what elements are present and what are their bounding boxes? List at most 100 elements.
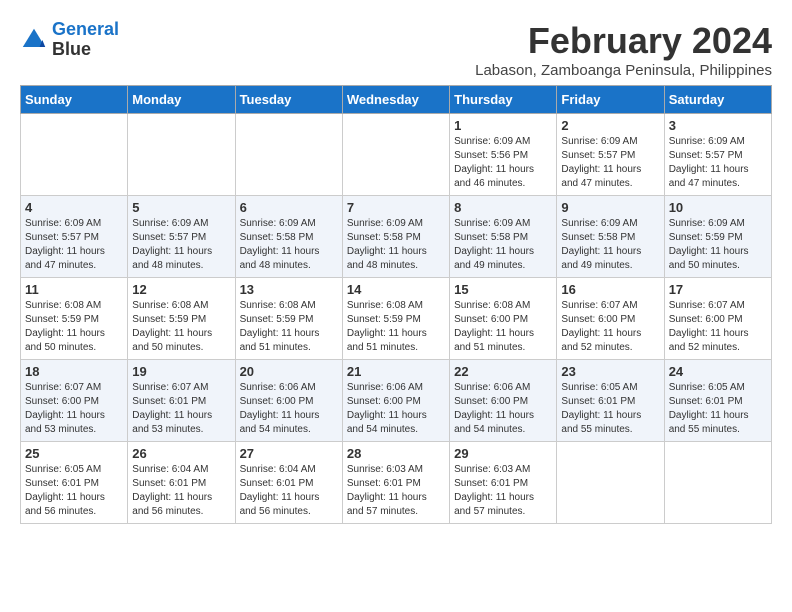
weekday-header-monday: Monday bbox=[128, 86, 235, 114]
calendar-cell: 19Sunrise: 6:07 AMSunset: 6:01 PMDayligh… bbox=[128, 360, 235, 442]
logo-line2: Blue bbox=[52, 40, 119, 60]
calendar-cell: 22Sunrise: 6:06 AMSunset: 6:00 PMDayligh… bbox=[450, 360, 557, 442]
calendar-cell: 4 Sunrise: 6:09 AMSunset: 5:57 PMDaylight… bbox=[21, 196, 128, 278]
calendar-cell: 3 Sunrise: 6:09 AMSunset: 5:57 PMDaylight… bbox=[664, 114, 771, 196]
calendar-cell: 23 Sunrise: 6:05 AMSunset: 6:01 PMDayligh… bbox=[557, 360, 664, 442]
day-number: 13 bbox=[240, 282, 338, 297]
calendar-week-1: 1 Sunrise: 6:09 AMSunset: 5:56 PMDaylight… bbox=[21, 114, 772, 196]
day-info: Sunrise: 6:09 AMSunset: 5:57 PMDaylight:… bbox=[132, 217, 230, 273]
day-info: Sunrise: 6:07 AMSunset: 6:00 PMDaylight:… bbox=[25, 381, 123, 437]
calendar-cell bbox=[664, 442, 771, 524]
day-number: 28 bbox=[347, 446, 445, 461]
day-number: 16 bbox=[561, 282, 659, 297]
weekday-header-friday: Friday bbox=[557, 86, 664, 114]
day-number: 21 bbox=[347, 364, 445, 379]
calendar-cell: 15Sunrise: 6:08 AMSunset: 6:00 PMDayligh… bbox=[450, 278, 557, 360]
calendar-cell: 14 Sunrise: 6:08 AMSunset: 5:59 PMDayligh… bbox=[342, 278, 449, 360]
day-number: 11 bbox=[25, 282, 123, 297]
day-number: 27 bbox=[240, 446, 338, 461]
day-number: 10 bbox=[669, 200, 767, 215]
day-info: Sunrise: 6:09 AMSunset: 5:58 PMDaylight:… bbox=[454, 217, 552, 273]
logo: General Blue bbox=[20, 20, 119, 60]
calendar-cell bbox=[342, 114, 449, 196]
day-number: 18 bbox=[25, 364, 123, 379]
logo-line1: General bbox=[52, 19, 119, 39]
day-info: Sunrise: 6:09 AMSunset: 5:57 PMDaylight:… bbox=[561, 135, 659, 191]
day-info: Sunrise: 6:04 AMSunset: 6:01 PMDaylight:… bbox=[132, 463, 230, 519]
day-number: 29 bbox=[454, 446, 552, 461]
day-number: 15 bbox=[454, 282, 552, 297]
day-info: Sunrise: 6:03 AMSunset: 6:01 PMDaylight:… bbox=[347, 463, 445, 519]
calendar-cell: 11 Sunrise: 6:08 AMSunset: 5:59 PMDayligh… bbox=[21, 278, 128, 360]
day-info: Sunrise: 6:06 AMSunset: 6:00 PMDaylight:… bbox=[454, 381, 552, 437]
title-block: February 2024 Labason, Zamboanga Peninsu… bbox=[475, 20, 772, 79]
day-info: Sunrise: 6:08 AMSunset: 5:59 PMDaylight:… bbox=[25, 299, 123, 355]
weekday-header-wednesday: Wednesday bbox=[342, 86, 449, 114]
day-info: Sunrise: 6:03 AMSunset: 6:01 PMDaylight:… bbox=[454, 463, 552, 519]
weekday-header-sunday: Sunday bbox=[21, 86, 128, 114]
day-info: Sunrise: 6:04 AMSunset: 6:01 PMDaylight:… bbox=[240, 463, 338, 519]
calendar-cell: 28 Sunrise: 6:03 AMSunset: 6:01 PMDayligh… bbox=[342, 442, 449, 524]
calendar-cell: 26 Sunrise: 6:04 AMSunset: 6:01 PMDayligh… bbox=[128, 442, 235, 524]
logo-icon bbox=[20, 26, 48, 54]
calendar-cell: 27 Sunrise: 6:04 AMSunset: 6:01 PMDayligh… bbox=[235, 442, 342, 524]
calendar-cell: 13 Sunrise: 6:08 AMSunset: 5:59 PMDayligh… bbox=[235, 278, 342, 360]
day-info: Sunrise: 6:09 AMSunset: 5:59 PMDaylight:… bbox=[669, 217, 767, 273]
day-info: Sunrise: 6:07 AMSunset: 6:00 PMDaylight:… bbox=[669, 299, 767, 355]
weekday-header-row: SundayMondayTuesdayWednesdayThursdayFrid… bbox=[21, 86, 772, 114]
page-header: General Blue February 2024 Labason, Zamb… bbox=[20, 20, 772, 79]
day-number: 17 bbox=[669, 282, 767, 297]
day-info: Sunrise: 6:06 AMSunset: 6:00 PMDaylight:… bbox=[347, 381, 445, 437]
day-info: Sunrise: 6:09 AMSunset: 5:58 PMDaylight:… bbox=[240, 217, 338, 273]
calendar-cell: 12 Sunrise: 6:08 AMSunset: 5:59 PMDayligh… bbox=[128, 278, 235, 360]
calendar-cell: 20 Sunrise: 6:06 AMSunset: 6:00 PMDayligh… bbox=[235, 360, 342, 442]
day-number: 9 bbox=[561, 200, 659, 215]
calendar-cell: 1 Sunrise: 6:09 AMSunset: 5:56 PMDaylight… bbox=[450, 114, 557, 196]
month-title: February 2024 bbox=[475, 20, 772, 62]
calendar-cell: 21 Sunrise: 6:06 AMSunset: 6:00 PMDayligh… bbox=[342, 360, 449, 442]
calendar-cell: 25 Sunrise: 6:05 AMSunset: 6:01 PMDayligh… bbox=[21, 442, 128, 524]
calendar-table: SundayMondayTuesdayWednesdayThursdayFrid… bbox=[20, 85, 772, 524]
day-info: Sunrise: 6:08 AMSunset: 5:59 PMDaylight:… bbox=[240, 299, 338, 355]
weekday-header-thursday: Thursday bbox=[450, 86, 557, 114]
day-number: 24 bbox=[669, 364, 767, 379]
day-number: 1 bbox=[454, 118, 552, 133]
calendar-cell bbox=[128, 114, 235, 196]
day-number: 14 bbox=[347, 282, 445, 297]
day-info: Sunrise: 6:09 AMSunset: 5:57 PMDaylight:… bbox=[669, 135, 767, 191]
day-info: Sunrise: 6:05 AMSunset: 6:01 PMDaylight:… bbox=[25, 463, 123, 519]
calendar-cell: 9Sunrise: 6:09 AMSunset: 5:58 PMDaylight… bbox=[557, 196, 664, 278]
day-info: Sunrise: 6:08 AMSunset: 5:59 PMDaylight:… bbox=[132, 299, 230, 355]
day-info: Sunrise: 6:07 AMSunset: 6:01 PMDaylight:… bbox=[132, 381, 230, 437]
weekday-header-saturday: Saturday bbox=[664, 86, 771, 114]
day-info: Sunrise: 6:09 AMSunset: 5:57 PMDaylight:… bbox=[25, 217, 123, 273]
day-info: Sunrise: 6:09 AMSunset: 5:58 PMDaylight:… bbox=[347, 217, 445, 273]
calendar-cell: 5Sunrise: 6:09 AMSunset: 5:57 PMDaylight… bbox=[128, 196, 235, 278]
day-number: 8 bbox=[454, 200, 552, 215]
calendar-cell: 7 Sunrise: 6:09 AMSunset: 5:58 PMDaylight… bbox=[342, 196, 449, 278]
calendar-week-5: 25 Sunrise: 6:05 AMSunset: 6:01 PMDayligh… bbox=[21, 442, 772, 524]
calendar-cell: 16Sunrise: 6:07 AMSunset: 6:00 PMDayligh… bbox=[557, 278, 664, 360]
calendar-cell bbox=[21, 114, 128, 196]
day-number: 20 bbox=[240, 364, 338, 379]
day-number: 12 bbox=[132, 282, 230, 297]
day-info: Sunrise: 6:05 AMSunset: 6:01 PMDaylight:… bbox=[669, 381, 767, 437]
day-info: Sunrise: 6:06 AMSunset: 6:00 PMDaylight:… bbox=[240, 381, 338, 437]
day-info: Sunrise: 6:08 AMSunset: 5:59 PMDaylight:… bbox=[347, 299, 445, 355]
calendar-week-4: 18 Sunrise: 6:07 AMSunset: 6:00 PMDayligh… bbox=[21, 360, 772, 442]
day-info: Sunrise: 6:05 AMSunset: 6:01 PMDaylight:… bbox=[561, 381, 659, 437]
day-number: 3 bbox=[669, 118, 767, 133]
day-number: 6 bbox=[240, 200, 338, 215]
calendar-cell: 2Sunrise: 6:09 AMSunset: 5:57 PMDaylight… bbox=[557, 114, 664, 196]
calendar-cell: 6 Sunrise: 6:09 AMSunset: 5:58 PMDaylight… bbox=[235, 196, 342, 278]
logo-text: General Blue bbox=[52, 20, 119, 60]
calendar-cell: 8 Sunrise: 6:09 AMSunset: 5:58 PMDaylight… bbox=[450, 196, 557, 278]
day-number: 7 bbox=[347, 200, 445, 215]
day-number: 26 bbox=[132, 446, 230, 461]
calendar-cell: 18 Sunrise: 6:07 AMSunset: 6:00 PMDayligh… bbox=[21, 360, 128, 442]
day-number: 25 bbox=[25, 446, 123, 461]
day-number: 4 bbox=[25, 200, 123, 215]
day-number: 23 bbox=[561, 364, 659, 379]
location-subtitle: Labason, Zamboanga Peninsula, Philippine… bbox=[475, 62, 772, 79]
day-info: Sunrise: 6:09 AMSunset: 5:56 PMDaylight:… bbox=[454, 135, 552, 191]
